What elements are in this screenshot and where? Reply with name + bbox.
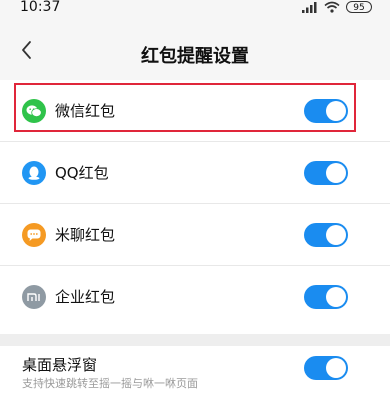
floating-window-subtitle: 支持快速跳转至摇一摇与咻一咻页面: [22, 377, 198, 390]
toggle-knob: [326, 358, 346, 378]
qq-icon: [22, 161, 46, 185]
qq-toggle[interactable]: [304, 161, 348, 185]
row-qq-red-packet: QQ红包: [0, 142, 390, 204]
wifi-icon: [324, 0, 340, 17]
row-label: 企业红包: [55, 288, 116, 306]
floating-window-toggle[interactable]: [304, 356, 348, 380]
toggle-knob: [326, 287, 346, 307]
toggle-knob: [326, 225, 346, 245]
row-label: 米聊红包: [55, 226, 116, 244]
row-floating-window: 桌面悬浮窗 支持快速跳转至摇一摇与咻一咻页面: [0, 346, 390, 400]
row-enterprise-red-packet: 企业红包: [0, 266, 390, 328]
toggle-knob: [326, 163, 346, 183]
status-bar: 10:37 95: [0, 0, 390, 20]
status-icons: 95: [302, 0, 372, 14]
signal-icon: [302, 0, 318, 17]
row-label: QQ红包: [55, 164, 109, 182]
row-label: 微信红包: [55, 102, 116, 120]
header: 红包提醒设置: [0, 20, 390, 80]
status-time: 10:37: [20, 0, 61, 15]
floating-window-title: 桌面悬浮窗: [22, 356, 98, 374]
row-wechat-red-packet: 微信红包: [0, 80, 390, 142]
battery-icon: 95: [346, 1, 372, 13]
section-separator: [0, 334, 390, 346]
mi-enterprise-icon: [22, 285, 46, 309]
wechat-icon: [22, 99, 46, 123]
michat-icon: [22, 223, 46, 247]
enterprise-toggle[interactable]: [304, 285, 348, 309]
row-michat-red-packet: 米聊红包: [0, 204, 390, 266]
page-title: 红包提醒设置: [141, 46, 249, 67]
wechat-toggle[interactable]: [304, 99, 348, 123]
toggle-knob: [326, 101, 346, 121]
michat-toggle[interactable]: [304, 223, 348, 247]
